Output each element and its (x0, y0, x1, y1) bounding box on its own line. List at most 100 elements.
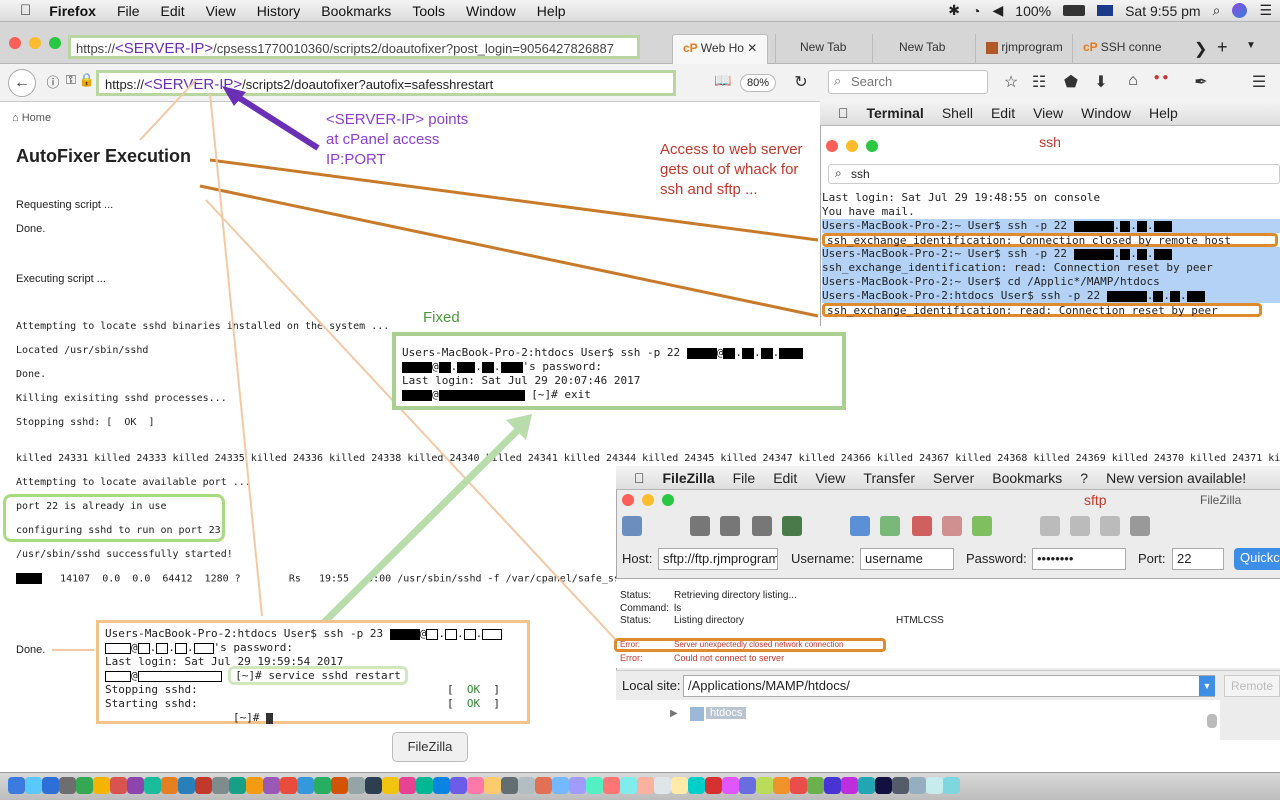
dock-app-icon[interactable] (773, 777, 790, 794)
filezilla-menu-transfer[interactable]: Transfer (863, 470, 915, 486)
dock-app-icon[interactable] (127, 777, 144, 794)
terminal-menu-window[interactable]: Window (1081, 105, 1131, 121)
dock-app-icon[interactable] (25, 777, 42, 794)
filezilla-zoom-button[interactable] (662, 494, 674, 506)
dock-app-icon[interactable] (280, 777, 297, 794)
reconnect-icon[interactable] (972, 516, 992, 536)
terminal-menu-app[interactable]: Terminal (867, 105, 924, 121)
filezilla-menu-edit[interactable]: Edit (773, 470, 797, 486)
binoculars-icon[interactable] (1130, 516, 1150, 536)
terminal-menu-help[interactable]: Help (1149, 105, 1178, 121)
filezilla-menu-view[interactable]: View (815, 470, 845, 486)
toggle-local-tree-icon[interactable] (720, 516, 740, 536)
dock-app-icon[interactable] (382, 777, 399, 794)
scrollbar-thumb[interactable] (1207, 714, 1217, 728)
apple-icon[interactable]:  (838, 105, 849, 121)
dock-app-icon[interactable] (348, 777, 365, 794)
terminal-menu-edit[interactable]: Edit (991, 105, 1015, 121)
dock-app-icon[interactable] (705, 777, 722, 794)
dock-app-icon[interactable] (450, 777, 467, 794)
dock-app-icon[interactable] (756, 777, 773, 794)
dock-app-icon[interactable] (144, 777, 161, 794)
cancel-operation-icon[interactable] (912, 516, 932, 536)
dock-app-icon[interactable] (790, 777, 807, 794)
filezilla-menu-new-version[interactable]: New version available! (1106, 470, 1246, 486)
site-manager-icon[interactable] (622, 516, 642, 536)
terminal-menu-shell[interactable]: Shell (942, 105, 973, 121)
dock-app-icon[interactable] (637, 777, 654, 794)
filter-icon[interactable] (1070, 516, 1090, 536)
quickconnect-button[interactable]: Quickc (1234, 548, 1280, 570)
toggle-log-icon[interactable] (690, 516, 710, 536)
dock-app-icon[interactable] (212, 777, 229, 794)
filezilla-menu-server[interactable]: Server (933, 470, 974, 486)
filezilla-close-button[interactable] (622, 494, 634, 506)
port-input[interactable]: 22 (1172, 548, 1224, 570)
dock-app-icon[interactable] (892, 777, 909, 794)
dock-app-icon[interactable] (8, 777, 25, 794)
username-input[interactable]: username (860, 548, 954, 570)
filezilla-menu-help[interactable]: ? (1080, 470, 1088, 486)
dock-app-icon[interactable] (603, 777, 620, 794)
dock-app-icon[interactable] (552, 777, 569, 794)
dock-app-icon[interactable] (501, 777, 518, 794)
refresh-icon[interactable] (850, 516, 870, 536)
dock-app-icon[interactable] (416, 777, 433, 794)
dock-app-icon[interactable] (399, 777, 416, 794)
sync-browse-icon[interactable] (1100, 516, 1120, 536)
dock-app-icon[interactable] (807, 777, 824, 794)
disconnect-icon[interactable] (942, 516, 962, 536)
tree-item-htdocs[interactable]: htdocs (706, 707, 747, 719)
apple-icon[interactable]:  (634, 470, 645, 486)
dock-app-icon[interactable] (875, 777, 892, 794)
dock-app-icon[interactable] (365, 777, 382, 794)
dock-app-icon[interactable] (739, 777, 756, 794)
dock-app-icon[interactable] (943, 777, 960, 794)
dock-app-icon[interactable] (433, 777, 450, 794)
filezilla-menu-file[interactable]: File (733, 470, 756, 486)
dock-app-icon[interactable] (178, 777, 195, 794)
local-site-dropdown-icon[interactable]: ▼ (1199, 676, 1215, 696)
dock-app-icon[interactable] (263, 777, 280, 794)
dock-app-icon[interactable] (314, 777, 331, 794)
dock-app-icon[interactable] (586, 777, 603, 794)
dock-app-icon[interactable] (569, 777, 586, 794)
dock-app-icon[interactable] (110, 777, 127, 794)
dock-app-icon[interactable] (620, 777, 637, 794)
dock-app-icon[interactable] (467, 777, 484, 794)
process-queue-icon[interactable] (880, 516, 900, 536)
dock-app-icon[interactable] (926, 777, 943, 794)
dock-app-icon[interactable] (42, 777, 59, 794)
dock-app-icon[interactable] (688, 777, 705, 794)
dock-app-icon[interactable] (909, 777, 926, 794)
dock-app-icon[interactable] (331, 777, 348, 794)
directory-comparison-icon[interactable] (1040, 516, 1060, 536)
dock-app-icon[interactable] (484, 777, 501, 794)
filezilla-menu-app[interactable]: FileZilla (663, 470, 715, 486)
dock-app-icon[interactable] (93, 777, 110, 794)
dock-app-icon[interactable] (824, 777, 841, 794)
local-site-input[interactable]: /Applications/MAMP/htdocs/ (683, 675, 1215, 697)
dock-app-icon[interactable] (518, 777, 535, 794)
dock-app-icon[interactable] (59, 777, 76, 794)
dock-app-icon[interactable] (535, 777, 552, 794)
dock-app-icon[interactable] (229, 777, 246, 794)
terminal-menu-view[interactable]: View (1033, 105, 1063, 121)
dock-app-icon[interactable] (671, 777, 688, 794)
dock-app-icon[interactable] (654, 777, 671, 794)
dock-app-icon[interactable] (858, 777, 875, 794)
dock-app-icon[interactable] (195, 777, 212, 794)
terminal-search-input[interactable]: ⌕ ssh (828, 164, 1280, 184)
dock-app-icon[interactable] (841, 777, 858, 794)
toggle-remote-tree-icon[interactable] (752, 516, 772, 536)
filezilla-minimize-button[interactable] (642, 494, 654, 506)
host-input[interactable]: sftp://ftp.rjmprogram (658, 548, 778, 570)
filezilla-menu-bookmarks[interactable]: Bookmarks (992, 470, 1062, 486)
dock-app-icon[interactable] (246, 777, 263, 794)
expand-arrow-icon[interactable]: ▶ (670, 708, 678, 719)
toggle-queue-icon[interactable] (782, 516, 802, 536)
dock-app-icon[interactable] (722, 777, 739, 794)
password-input[interactable]: •••••••• (1032, 548, 1126, 570)
dock-app-icon[interactable] (76, 777, 93, 794)
dock-app-icon[interactable] (161, 777, 178, 794)
